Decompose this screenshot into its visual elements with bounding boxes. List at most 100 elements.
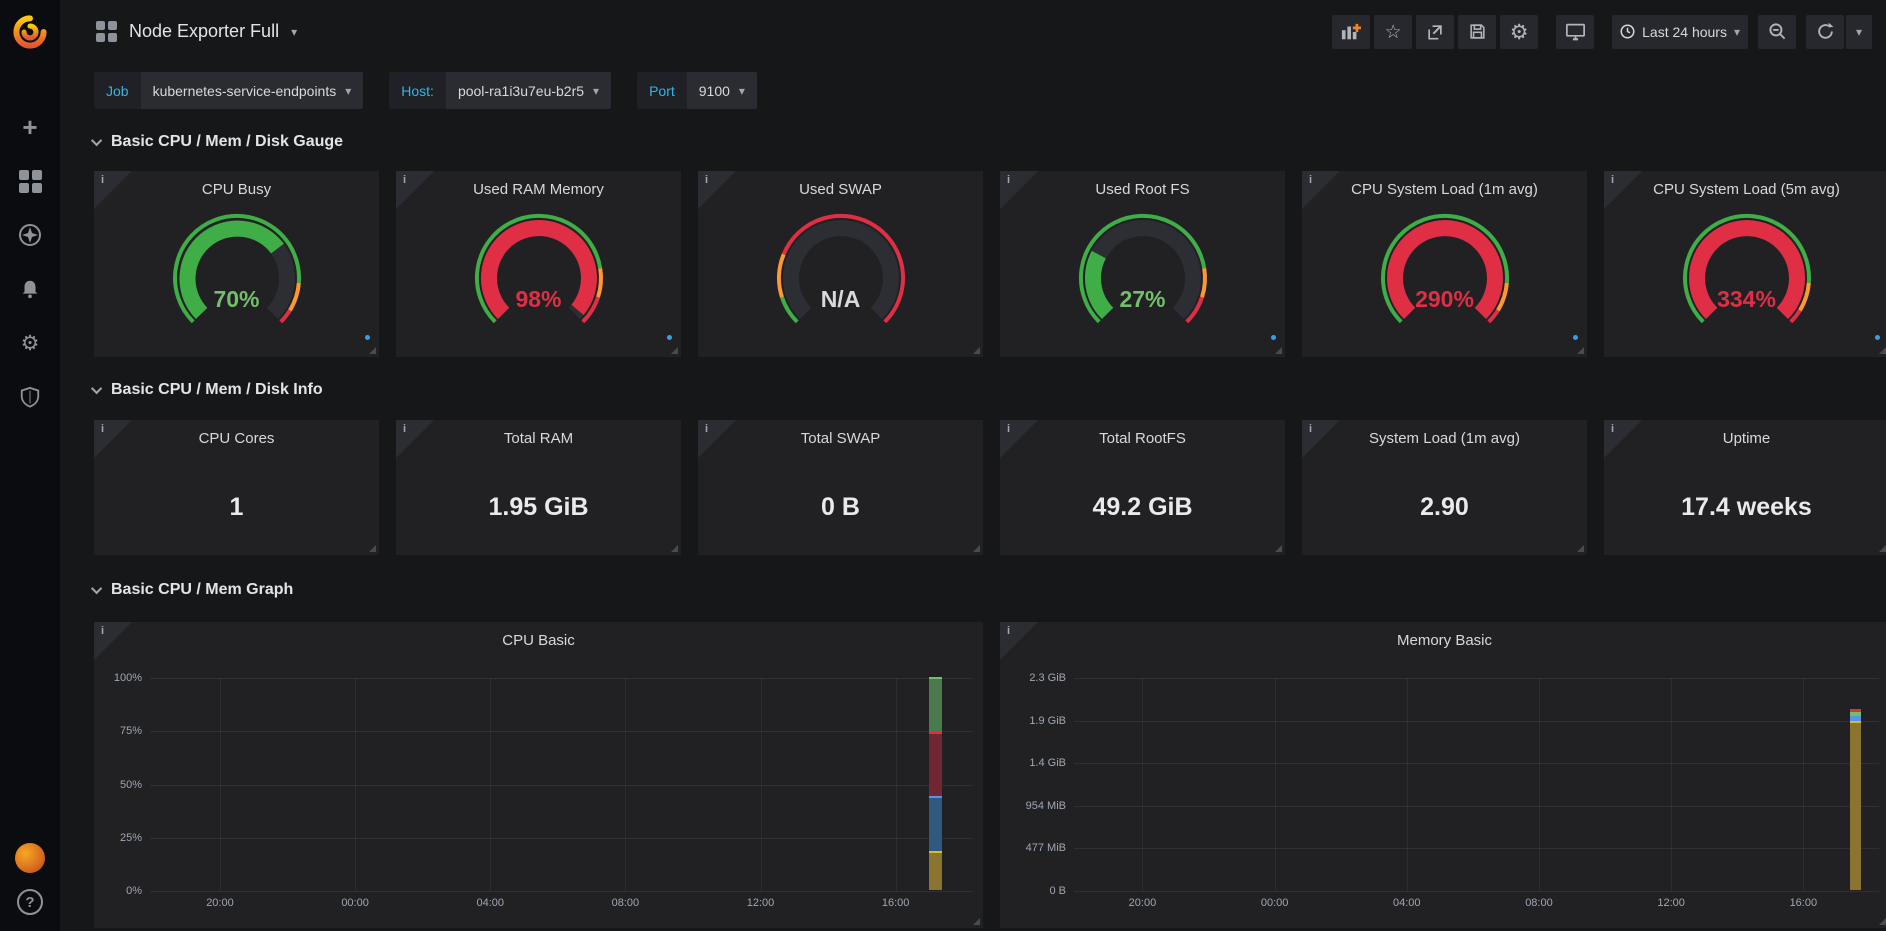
sidebar: + ⚙ ? xyxy=(0,0,60,931)
panel-title[interactable]: Used Root FS xyxy=(1000,171,1285,198)
graph-panel-memory-basic[interactable]: Memory Basic 2.3 GiB1.9 GiB1.4 GiB954 MiB… xyxy=(1000,622,1886,928)
gauge-panel[interactable]: CPU System Load (1m avg)290%i xyxy=(1302,171,1587,357)
panel-resize-handle[interactable] xyxy=(1275,545,1282,552)
panel-resize-handle[interactable] xyxy=(973,545,980,552)
port-variable-dropdown[interactable]: Port 9100▾ xyxy=(637,72,757,109)
panel-resize-handle[interactable] xyxy=(369,545,376,552)
gauge-panel[interactable]: CPU System Load (5m avg)334%i xyxy=(1604,171,1886,357)
plot-area[interactable]: 2.3 GiB1.9 GiB1.4 GiB954 MiB477 MiB0 B20… xyxy=(1074,678,1879,891)
user-avatar[interactable] xyxy=(15,843,45,873)
panel-resize-handle[interactable] xyxy=(1577,347,1584,354)
panel-info-icon[interactable]: i xyxy=(1309,423,1312,435)
gauge-panel[interactable]: Used RAM Memory98%i xyxy=(396,171,681,357)
panel-resize-handle[interactable] xyxy=(671,545,678,552)
panel-info-icon[interactable]: i xyxy=(1309,174,1312,186)
host-variable-dropdown[interactable]: Host: pool-ra1i3u7eu-b2r5▾ xyxy=(389,72,611,109)
panel-resize-handle[interactable] xyxy=(973,918,980,925)
panel-info-icon[interactable]: i xyxy=(1007,423,1010,435)
panel-info-icon[interactable]: i xyxy=(1007,174,1010,186)
panel-title[interactable]: CPU System Load (1m avg) xyxy=(1302,171,1587,198)
panel-info-icon[interactable]: i xyxy=(101,423,104,435)
section-gauge-header[interactable]: Basic CPU / Mem / Disk Gauge xyxy=(94,131,1886,153)
stat-panel[interactable]: CPU Cores 1 i xyxy=(94,420,379,555)
stat-panel[interactable]: System Load (1m avg)2.90i xyxy=(1302,420,1587,555)
stat-panel[interactable]: Total SWAP0 Bi xyxy=(698,420,983,555)
stat-panel[interactable]: Total RootFS49.2 GiBi xyxy=(1000,420,1285,555)
refresh-interval-dropdown[interactable]: ▾ xyxy=(1846,15,1872,49)
panel-info-icon[interactable]: i xyxy=(1611,423,1614,435)
panel-title[interactable]: System Load (1m avg) xyxy=(1302,420,1587,447)
time-range-picker[interactable]: Last 24 hours ▾ xyxy=(1612,15,1748,49)
panel-resize-handle[interactable] xyxy=(1577,545,1584,552)
panel-resize-handle[interactable] xyxy=(1879,918,1886,925)
panel-info-icon[interactable]: i xyxy=(101,174,104,186)
title-dropdown-caret-icon[interactable]: ▾ xyxy=(291,25,297,39)
gauge-panel[interactable]: CPU Busy70%i xyxy=(94,171,379,357)
panel-resize-handle[interactable] xyxy=(671,347,678,354)
graph-panel-cpu-basic[interactable]: CPU Basic 100%75%50%25%0%20:0000:0004:000… xyxy=(94,622,983,928)
graph-row: CPU Basic 100%75%50%25%0%20:0000:0004:000… xyxy=(94,622,1886,928)
cycle-view-monitor-button[interactable] xyxy=(1556,15,1594,49)
x-gridline xyxy=(625,678,626,891)
panel-info-icon[interactable]: i xyxy=(705,174,708,186)
panel-title[interactable]: Total RAM xyxy=(396,420,681,447)
dashboard-settings-button[interactable]: ⚙ xyxy=(1500,15,1538,49)
gauge-value: 27% xyxy=(1000,286,1285,313)
panel-info-fold xyxy=(1000,420,1038,458)
panel-resize-handle[interactable] xyxy=(1879,347,1886,354)
panel-link-dot xyxy=(1875,335,1880,340)
panel-info-icon[interactable]: i xyxy=(403,174,406,186)
panel-title[interactable]: CPU Busy xyxy=(94,171,379,198)
stat-row: CPU Cores 1 i Total RAM1.95 GiBi Total SWA… xyxy=(94,420,1886,555)
stat-panel[interactable]: Uptime17.4 weeksi xyxy=(1604,420,1886,555)
panel-title[interactable]: CPU System Load (5m avg) xyxy=(1604,171,1886,198)
panel-title[interactable]: CPU Cores xyxy=(94,420,379,447)
series-area-segment xyxy=(929,796,942,850)
stat-panel[interactable]: Total RAM1.95 GiBi xyxy=(396,420,681,555)
star-button[interactable]: ☆ xyxy=(1374,15,1412,49)
gauge-panel[interactable]: Used SWAPN/Ai xyxy=(698,171,983,357)
panel-info-icon[interactable]: i xyxy=(1007,625,1010,637)
panel-title[interactable]: Uptime xyxy=(1604,420,1886,447)
configuration-gear-icon[interactable]: ⚙ xyxy=(18,331,42,355)
x-gridline xyxy=(1407,678,1408,891)
panel-title[interactable]: Total SWAP xyxy=(698,420,983,447)
explore-compass-icon[interactable] xyxy=(18,223,42,247)
panel-info-icon[interactable]: i xyxy=(1611,174,1614,186)
plot-area[interactable]: 100%75%50%25%0%20:0000:0004:0008:0012:00… xyxy=(150,678,973,891)
section-graph-header[interactable]: Basic CPU / Mem Graph xyxy=(94,579,1886,601)
panel-resize-handle[interactable] xyxy=(369,347,376,354)
panel-info-icon[interactable]: i xyxy=(403,423,406,435)
help-icon[interactable]: ? xyxy=(17,889,43,915)
section-info-header[interactable]: Basic CPU / Mem / Disk Info xyxy=(94,379,1886,401)
panel-info-icon[interactable]: i xyxy=(101,625,104,637)
share-button[interactable] xyxy=(1416,15,1454,49)
refresh-button[interactable] xyxy=(1806,15,1844,49)
save-button[interactable] xyxy=(1458,15,1496,49)
panel-title[interactable]: Total RootFS xyxy=(1000,420,1285,447)
panel-title[interactable]: Used SWAP xyxy=(698,171,983,198)
chevron-down-icon xyxy=(91,583,102,594)
panel-info-icon[interactable]: i xyxy=(705,423,708,435)
stat-value: 1 xyxy=(94,493,379,522)
panel-info-fold xyxy=(396,171,434,209)
panel-resize-handle[interactable] xyxy=(1879,545,1886,552)
series-area-segment xyxy=(929,851,942,890)
x-gridline xyxy=(1275,678,1276,891)
job-variable-dropdown[interactable]: Job kubernetes-service-endpoints▾ xyxy=(94,72,363,109)
zoom-out-button[interactable] xyxy=(1758,15,1796,49)
alerting-bell-icon[interactable] xyxy=(18,277,42,301)
panel-resize-handle[interactable] xyxy=(1275,347,1282,354)
panel-resize-handle[interactable] xyxy=(973,347,980,354)
dashboards-icon[interactable] xyxy=(18,169,42,193)
gauge-panel[interactable]: Used Root FS 27% i xyxy=(1000,171,1285,357)
dashboard-title[interactable]: Node Exporter Full xyxy=(129,21,279,42)
y-gridline xyxy=(1074,806,1879,807)
server-admin-shield-icon[interactable] xyxy=(18,385,42,409)
grafana-logo[interactable] xyxy=(0,0,60,63)
create-icon[interactable]: + xyxy=(18,115,42,139)
panel-title[interactable]: CPU Basic xyxy=(94,622,983,649)
add-panel-button[interactable] xyxy=(1332,15,1370,49)
panel-title[interactable]: Used RAM Memory xyxy=(396,171,681,198)
panel-title[interactable]: Memory Basic xyxy=(1000,622,1886,649)
